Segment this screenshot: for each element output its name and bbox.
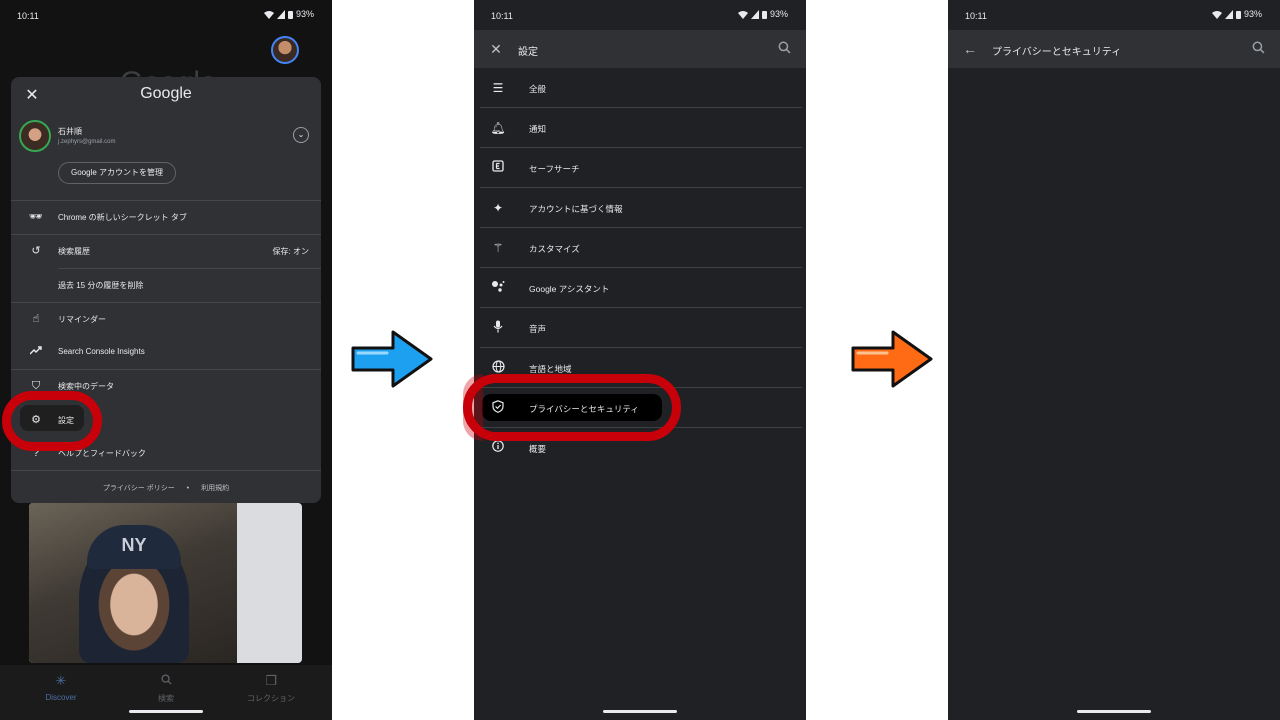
manage-account-button[interactable]: Google アカウントを管理 (58, 162, 176, 184)
search-icon[interactable] (1252, 41, 1268, 57)
settings-item-safesearch[interactable]: セーフサーチ (474, 148, 806, 188)
page-title: 設定 (518, 47, 538, 58)
status-bar: 10:11 93% (0, 0, 332, 30)
collections-icon: ❐ (265, 673, 277, 688)
magic-wand-icon: ⚚ (492, 241, 504, 255)
battery-percent: 93% (769, 9, 788, 19)
assistant-icon (490, 280, 506, 296)
privacy-policy-link[interactable]: プライバシー ポリシー (103, 485, 175, 492)
nav-discover[interactable]: ✳ Discover (6, 673, 116, 702)
battery-icon (761, 10, 767, 19)
reminder-icon: ☝ (32, 313, 40, 325)
feed-photo: NY (29, 503, 237, 663)
signal-icon (750, 9, 759, 19)
home-indicator[interactable] (1077, 710, 1151, 713)
settings-item-general[interactable]: ☰ 全般 (474, 68, 806, 108)
signal-icon (1224, 9, 1233, 19)
phone-screen-settings: 10:11 93% ✕ 設定 ☰ 全般 🔔︎ 通知 セーフサーチ ✦ アカウント… (474, 0, 806, 720)
explicit-icon (490, 160, 506, 176)
info-icon (490, 440, 506, 456)
phone-screen-google-app: 10:11 93% Google NY ✳ Discover 検索 ❐ コレクシ… (0, 0, 332, 720)
menu-item-search-console-insights[interactable]: Search Console Insights (11, 336, 321, 368)
highlight-privacy-annotation (463, 374, 681, 441)
account-avatar (19, 120, 51, 152)
search-icon[interactable] (778, 41, 794, 57)
sparkle-icon: ✦ (492, 201, 504, 215)
gear-icon: ⚙ (31, 414, 41, 426)
divider (11, 470, 321, 471)
home-indicator[interactable] (129, 710, 203, 713)
wifi-icon (263, 10, 274, 19)
settings-top-bar: ✕ 設定 (474, 30, 806, 68)
account-name: 石井順 (58, 127, 82, 136)
signal-icon (276, 9, 285, 19)
wifi-icon (737, 10, 748, 19)
bell-icon: 🔔︎ (490, 121, 506, 135)
nav-collections[interactable]: ❐ コレクション (216, 673, 326, 704)
privacy-top-bar: ← プライバシーとセキュリティ (948, 30, 1280, 68)
menu-item-delete-15-min[interactable]: 過去 15 分の履歴を削除 (11, 269, 321, 301)
nav-search[interactable]: 検索 (111, 673, 221, 704)
discover-icon: ✳ (55, 673, 67, 688)
mic-icon (490, 320, 506, 336)
battery-icon (287, 10, 293, 19)
status-bar: 10:11 93% (474, 0, 806, 30)
history-status: 保存: オン (272, 247, 309, 256)
tune-icon: ☰ (492, 81, 504, 95)
settings-item-account-info[interactable]: ✦ アカウントに基づく情報 (474, 188, 806, 228)
menu-item-incognito-tab[interactable]: 🕶 Chrome の新しいシークレット タブ (11, 201, 321, 233)
settings-item-assistant[interactable]: Google アシスタント (474, 268, 806, 308)
battery-percent: 93% (1243, 9, 1262, 19)
battery-percent: 93% (295, 9, 314, 19)
arrow-right-icon (851, 330, 933, 388)
search-icon (111, 673, 221, 689)
empty-content-area (948, 68, 1280, 720)
menu-item-search-history[interactable]: ↺ 検索履歴 保存: オン (11, 235, 321, 267)
history-icon: ↺ (31, 245, 41, 257)
discover-feed-card[interactable]: NY (29, 503, 302, 663)
account-email: j.zephyrs@gmail.com (58, 139, 116, 145)
terms-link[interactable]: 利用規約 (201, 485, 229, 492)
incognito-icon: 🕶 (29, 211, 43, 223)
settings-item-voice[interactable]: 音声 (474, 308, 806, 348)
settings-item-customize[interactable]: ⚚ カスタマイズ (474, 228, 806, 268)
battery-icon (1235, 10, 1241, 19)
status-bar: 10:11 93% (948, 0, 1280, 30)
sheet-footer: プライバシー ポリシー • 利用規約 (11, 483, 321, 493)
page-title: プライバシーとセキュリティ (992, 47, 1122, 58)
status-time: 10:11 (17, 11, 39, 21)
trending-up-icon (29, 345, 43, 359)
menu-item-reminders[interactable]: ☝ リマインダー (11, 303, 321, 335)
status-time: 10:11 (965, 11, 987, 21)
home-indicator[interactable] (603, 710, 677, 713)
highlighted-settings-label: 設定 (58, 416, 74, 425)
arrow-right-icon (351, 330, 433, 388)
close-icon[interactable]: ✕ (488, 41, 504, 57)
phone-screen-privacy-security: 10:11 93% ← プライバシーとセキュリティ (948, 0, 1280, 720)
wifi-icon (1211, 10, 1222, 19)
footer-separator: • (186, 485, 190, 492)
settings-item-notifications[interactable]: 🔔︎ 通知 (474, 108, 806, 148)
sheet-google-logo: Google (140, 85, 192, 102)
highlight-settings-annotation (2, 391, 102, 451)
avatar[interactable] (271, 36, 299, 64)
back-arrow-icon[interactable]: ← (962, 41, 978, 57)
status-time: 10:11 (491, 11, 513, 21)
chevron-down-icon[interactable]: ⌄ (293, 127, 309, 143)
